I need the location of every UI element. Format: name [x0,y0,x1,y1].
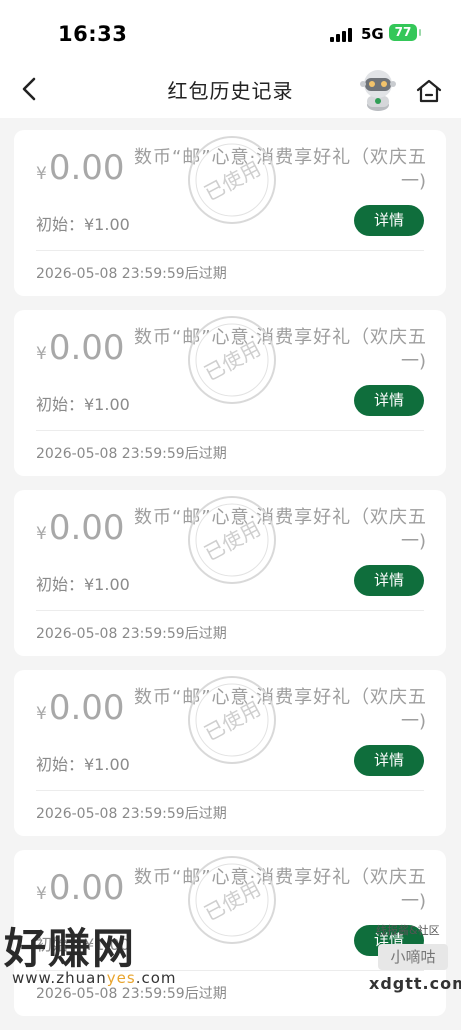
used-stamp: 已使用 [188,316,276,404]
packet-name: 数币“邮”心意·消费享好礼（欢庆五一) [134,867,426,912]
status-time: 16:33 [58,22,128,46]
used-stamp-text: 已使用 [200,156,264,205]
used-stamp-text: 已使用 [200,876,264,925]
detail-button[interactable]: 详情 [354,745,424,776]
divider [36,250,424,251]
red-packet-card: ¥0.00 数币“邮”心意·消费享好礼（欢庆五一) 已使用 初始：¥1.00 详… [14,670,446,836]
amount: ¥0.00 [36,148,125,188]
packet-name: 数币“邮”心意·消费享好礼（欢庆五一) [134,147,426,192]
amount: ¥0.00 [36,868,125,908]
initial-amount: 初始：¥1.00 [36,215,130,234]
expiry-date: 2026-05-08 23:59:59后过期 [36,806,227,822]
watermark-badge: 小嘀咕 [378,944,448,970]
red-packet-card: ¥0.00 数币“邮”心意·消费享好礼（欢庆五一) 已使用 初始：¥1.00 详… [14,490,446,656]
used-stamp: 已使用 [188,136,276,224]
divider [36,790,424,791]
network-type: 5G [361,25,384,43]
initial-amount: 初始：¥1.00 [36,575,130,594]
used-stamp-text: 已使用 [200,336,264,385]
initial-amount: 初始：¥1.00 [36,755,130,774]
signal-icon [330,26,352,42]
amount: ¥0.00 [36,688,125,728]
watermark-url: www.zhuanyes.com [12,969,177,987]
expiry-date: 2026-05-08 23:59:59后过期 [36,266,227,282]
red-packet-list: ¥0.00 数币“邮”心意·消费享好礼（欢庆五一) 已使用 初始：¥1.00 详… [14,130,446,1030]
red-packet-card: ¥0.00 数币“邮”心意·消费享好礼（欢庆五一) 已使用 初始：¥1.00 详… [14,310,446,476]
amount: ¥0.00 [36,328,125,368]
red-packet-card: ¥0.00 数币“邮”心意·消费享好礼（欢庆五一) 已使用 初始：¥1.00 详… [14,130,446,296]
used-stamp-text: 已使用 [200,516,264,565]
packet-name: 数币“邮”心意·消费享好礼（欢庆五一) [134,327,426,372]
robot-assistant-icon[interactable] [358,68,398,112]
battery-icon: 77 [389,24,421,41]
amount: ¥0.00 [36,508,125,548]
initial-amount: 初始：¥1.00 [36,395,130,414]
watermark-logo-text: 好赚网 [4,924,137,973]
nav-bar: 红包历史记录 [0,60,461,118]
detail-button[interactable]: 详情 [354,385,424,416]
watermark-domain: xdgtt.com [369,974,461,993]
home-button[interactable] [414,76,444,106]
detail-button[interactable]: 详情 [354,565,424,596]
expiry-date: 2026-05-08 23:59:59后过期 [36,626,227,642]
expiry-date: 2026-05-08 23:59:59后过期 [36,446,227,462]
watermark-community: 线报酱&社区 [376,924,440,937]
home-icon [416,79,442,103]
site-watermark-left: 好赚网 www.zhuanyes.com [0,915,200,1000]
used-stamp: 已使用 [188,676,276,764]
packet-name: 数币“邮”心意·消费享好礼（欢庆五一) [134,507,426,552]
detail-button[interactable]: 详情 [354,205,424,236]
divider [36,430,424,431]
used-stamp-text: 已使用 [200,696,264,745]
status-bar: 16:33 5G 77 [0,0,461,60]
divider [36,610,424,611]
packet-name: 数币“邮”心意·消费享好礼（欢庆五一) [134,687,426,732]
used-stamp: 已使用 [188,496,276,584]
